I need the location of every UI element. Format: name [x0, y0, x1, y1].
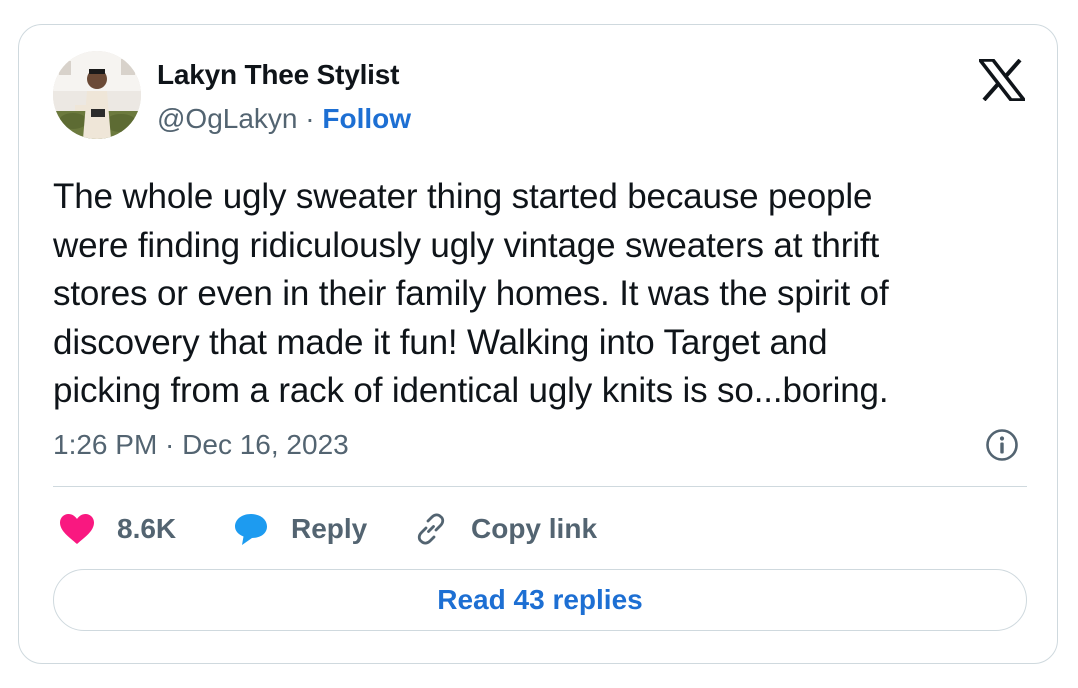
- tweet-line: stores or even in their family homes. It…: [53, 274, 889, 313]
- avatar[interactable]: [53, 51, 141, 139]
- like-button[interactable]: 8.6K: [59, 509, 176, 549]
- read-replies-button[interactable]: Read 43 replies: [53, 569, 1027, 631]
- likes-count: 8.6K: [117, 513, 177, 544]
- tweet-timestamp[interactable]: 1:26 PM · Dec 16, 2023: [53, 429, 349, 461]
- divider: [53, 486, 1027, 487]
- tweet-text: The whole ugly sweater thing started bec…: [53, 173, 1033, 416]
- x-logo-icon[interactable]: [976, 58, 1028, 102]
- info-icon[interactable]: [985, 428, 1019, 462]
- copy-link-button[interactable]: Copy link: [413, 509, 597, 549]
- meta-separator: ·: [305, 103, 315, 134]
- tweet-line: discovery that made it fun! Walking into…: [53, 322, 828, 362]
- tweet-card: Lakyn Thee Stylist @OgLakyn · Follow The…: [18, 24, 1058, 664]
- author-name[interactable]: Lakyn Thee Stylist: [157, 59, 399, 91]
- read-replies-label: Read 43 replies: [437, 584, 643, 615]
- speech-bubble-icon: [233, 512, 269, 546]
- author-meta: @OgLakyn · Follow: [157, 103, 411, 135]
- tweet-line: were finding ridiculously ugly vintage s…: [53, 225, 880, 265]
- reply-button[interactable]: Reply: [233, 509, 367, 549]
- tweet-line: picking from a rack of identical ugly kn…: [53, 371, 889, 410]
- link-icon: [413, 511, 449, 547]
- heart-icon: [59, 513, 95, 545]
- reply-label: Reply: [291, 513, 368, 544]
- follow-button[interactable]: Follow: [322, 103, 411, 134]
- copy-link-label: Copy link: [471, 513, 598, 544]
- tweet-line: The whole ugly sweater thing started bec…: [53, 177, 873, 216]
- author-handle[interactable]: @OgLakyn: [157, 103, 298, 134]
